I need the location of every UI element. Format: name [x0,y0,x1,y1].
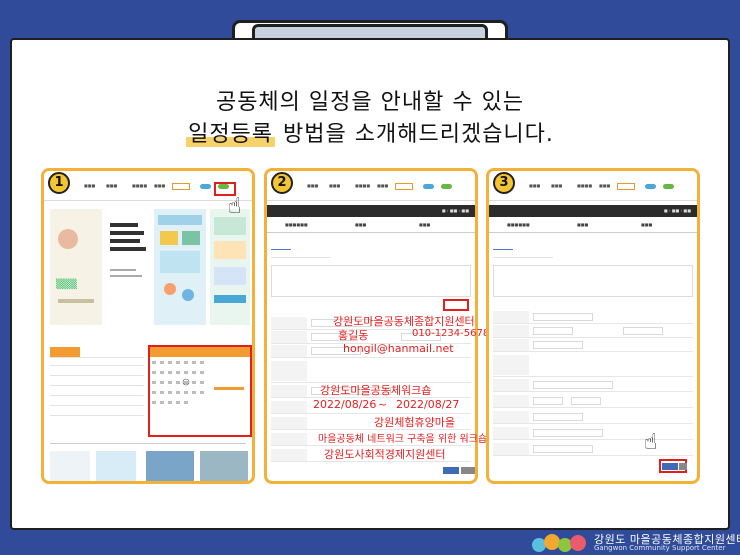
login-button[interactable] [200,184,211,189]
breadcrumb-bar: ■ › ■■ › ■■ [489,205,697,217]
side-banner [210,209,250,325]
calendar-header [150,347,250,357]
sub-tabs: ■■■■■■ ■■■ ■■■ [489,219,697,233]
search-input[interactable] [172,183,190,190]
tab-item[interactable]: ■■■■■■ [507,222,530,227]
nav-item[interactable]: ■■■ [529,183,540,188]
form-row-email [493,339,693,352]
nav-item[interactable]: ■■■ [377,183,388,188]
logo-english: Gangwon Community Support Center [594,544,726,552]
agree-highlight-box [443,299,469,311]
form-row-category [271,361,471,383]
annotation-email: hongil@hanmail.net [343,342,454,355]
tab-item[interactable]: ■■■ [641,222,652,227]
nav-item[interactable]: ■■■ [307,183,318,188]
banner-text [106,209,150,325]
hand-cursor-icon: ☝ [644,430,658,455]
nav-item[interactable]: ■■■ [329,183,340,188]
form-row-host [493,443,693,456]
svg-text:▒▒▒: ▒▒▒ [56,278,77,290]
form-row-category [493,355,693,377]
hand-cursor-icon: ☝ [228,194,242,219]
site-nav: ■■■ ■■■ ■■■■ ■■■ [267,171,475,201]
site-nav: ■■■ ■■■ ■■■■ ■■■ [489,171,697,201]
nav-item[interactable]: ■■■■ [577,183,592,188]
thumbnail[interactable] [146,451,194,481]
banner-image [154,209,206,325]
thumbnail[interactable] [50,451,90,481]
thumbnail[interactable] [200,451,248,481]
cancel-button[interactable] [679,463,687,470]
login-button[interactable] [423,184,434,189]
submit-button[interactable] [662,463,678,470]
form-row-name [493,325,693,338]
heading-rest: 방법을 소개해드리겠습니다. [275,122,554,147]
poster-image: ▒▒▒ [50,209,102,325]
form-row-date [493,395,693,408]
schedule-button[interactable] [663,184,674,189]
form-row-content [493,427,693,440]
tab-notice-active[interactable] [50,347,80,357]
nav-item[interactable]: ■■■ [154,183,165,188]
step1-screenshot: ■■■ ■■■ ■■■■ ■■■ ▒▒▒ [41,168,255,484]
heading-line1: 공동체의 일정을 안내할 수 있는 [215,90,525,115]
notice-box [271,265,471,297]
poster-art: ▒▒▒ [56,229,94,303]
tab-item[interactable]: ■■■■■■ [285,222,308,227]
schedule-button[interactable] [441,184,452,189]
footer-logo: 강원도 마을공동체종합지원센터 Gangwon Community Suppor… [532,530,740,554]
nav-item[interactable]: ■■■ [599,183,610,188]
step-badge-2: 2 [271,172,293,194]
login-button[interactable] [645,184,656,189]
annotation-description: 마을공동체 네트워크 구축을 위한 워크숍 [318,434,488,445]
tab-item[interactable]: ■■■ [419,222,430,227]
annotation-host: 강원도사회적경제지원센터 [324,448,446,461]
cancel-button[interactable] [461,467,475,474]
form-row-place [493,411,693,424]
thumbnail[interactable] [96,451,136,481]
step-badge-1: 1 [48,172,70,194]
nav-item[interactable]: ■■■■ [355,183,370,188]
step-badge-3: 3 [493,172,515,194]
step3-screenshot: ■■■ ■■■ ■■■■ ■■■ ■ › ■■ › ■■ ■■■■■■ ■■■ … [486,168,700,484]
calendar-empty-message [214,387,244,390]
form-row-org [493,311,693,324]
form-row-title [493,379,693,392]
annotation-date-end: 2022/08/27 [396,398,460,411]
heading-line2: 일정등록 방법을 소개해드리겠습니다. [0,116,740,148]
search-input[interactable] [395,183,413,190]
mini-calendar[interactable] [152,361,212,431]
notice-box [493,265,693,297]
nav-item[interactable]: ■■■ [551,183,562,188]
tab-item[interactable]: ■■■ [577,222,588,227]
annotation-event-title: 강원도마을공동체워크숍 [320,384,432,397]
breadcrumb-bar: ■ › ■■ › ■■ [267,205,475,217]
annotation-name: 홍길동 [338,329,369,342]
nav-item[interactable]: ■■■ [106,183,117,188]
heading-highlight: 일정등록 [186,122,276,147]
annotation-date-sep: ~ [378,398,388,411]
search-input[interactable] [617,183,635,190]
submit-button[interactable] [443,467,459,474]
nav-item[interactable]: ■■■ [84,183,95,188]
annotation-date-start: 2022/08/26 [313,398,377,411]
annotation-phone: 010-1234-5678 [412,328,490,339]
sub-tabs: ■■■■■■ ■■■ ■■■ [267,219,475,233]
annotation-place: 강원체험휴양마을 [374,416,455,429]
tab-item[interactable]: ■■■ [355,222,366,227]
nav-item[interactable]: ■■■■ [132,183,147,188]
